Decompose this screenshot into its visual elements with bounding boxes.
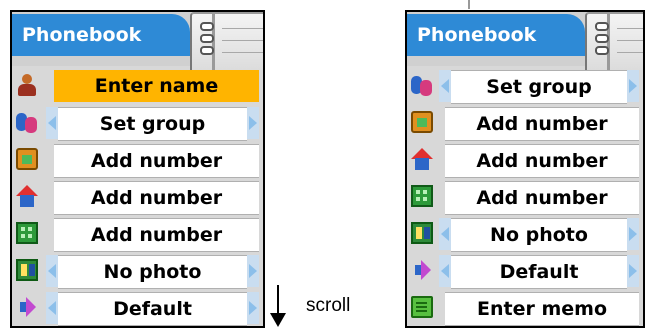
photo-icon [411,222,433,244]
notebook-icon [190,12,263,70]
field-row-photo[interactable]: No photo [407,216,643,252]
left-arrow-icon[interactable] [46,107,58,139]
group-selector[interactable]: Set group [58,107,247,141]
field-row-mobile[interactable]: Add number [407,105,643,141]
header: Phonebook [12,12,263,70]
phonebook-screen-left: Phonebook Enter name Set group Add numbe… [10,10,265,328]
memo-field[interactable]: Enter memo [445,292,639,326]
home-number-field[interactable]: Add number [445,144,639,178]
ringtone-selector[interactable]: Default [451,255,627,289]
field-row-name[interactable]: Enter name [12,68,263,104]
field-row-office[interactable]: Add number [407,179,643,215]
ringtone-selector[interactable]: Default [58,292,247,326]
ringtone-icon [411,259,433,281]
office-icon [411,185,433,207]
field-row-office[interactable]: Add number [12,216,263,252]
home-icon [16,185,38,207]
field-row-group[interactable]: Set group [12,105,263,141]
left-arrow-icon[interactable] [439,255,451,287]
field-row-mobile[interactable]: Add number [12,142,263,178]
header: Phonebook [407,12,643,70]
ringtone-icon [16,296,38,318]
field-row-memo[interactable]: Enter memo [407,290,643,326]
office-number-field[interactable]: Add number [54,218,259,252]
field-row-photo[interactable]: No photo [12,253,263,289]
field-row-ringtone[interactable]: Default [407,253,643,289]
notebook-icon [585,12,643,70]
group-selector[interactable]: Set group [451,70,627,104]
left-arrow-icon[interactable] [439,218,451,250]
photo-selector[interactable]: No photo [451,218,627,252]
right-arrow-icon[interactable] [627,218,639,250]
field-row-home[interactable]: Add number [12,179,263,215]
down-arrow-icon [277,285,279,315]
group-icon [411,74,433,96]
left-arrow-icon[interactable] [439,70,451,102]
right-arrow-icon[interactable] [247,292,259,324]
field-row-ringtone[interactable]: Default [12,290,263,326]
scroll-label: scroll [306,295,351,316]
mobile-phone-icon [411,111,433,133]
memo-icon [411,296,433,318]
right-arrow-icon[interactable] [247,107,259,139]
mobile-number-field[interactable]: Add number [54,144,259,178]
home-number-field[interactable]: Add number [54,181,259,215]
field-row-home[interactable]: Add number [407,142,643,178]
screen-title: Phonebook [12,14,190,56]
left-arrow-icon[interactable] [46,255,58,287]
office-number-field[interactable]: Add number [445,181,639,215]
name-field[interactable]: Enter name [54,70,259,102]
scroll-indicator: scroll [270,285,390,329]
photo-selector[interactable]: No photo [58,255,247,289]
mobile-phone-icon [16,148,38,170]
screen-title: Phonebook [407,14,585,56]
office-icon [16,222,38,244]
right-arrow-icon[interactable] [627,255,639,287]
left-arrow-icon[interactable] [46,292,58,324]
field-row-group[interactable]: Set group [407,68,643,104]
right-arrow-icon[interactable] [247,255,259,287]
right-arrow-icon[interactable] [627,70,639,102]
phonebook-screen-right: Phonebook Set group Add number Add numbe… [405,10,645,328]
home-icon [411,148,433,170]
group-icon [16,111,38,133]
mobile-number-field[interactable]: Add number [445,107,639,141]
top-tick-mark [468,0,470,9]
person-icon [16,74,38,96]
photo-icon [16,259,38,281]
